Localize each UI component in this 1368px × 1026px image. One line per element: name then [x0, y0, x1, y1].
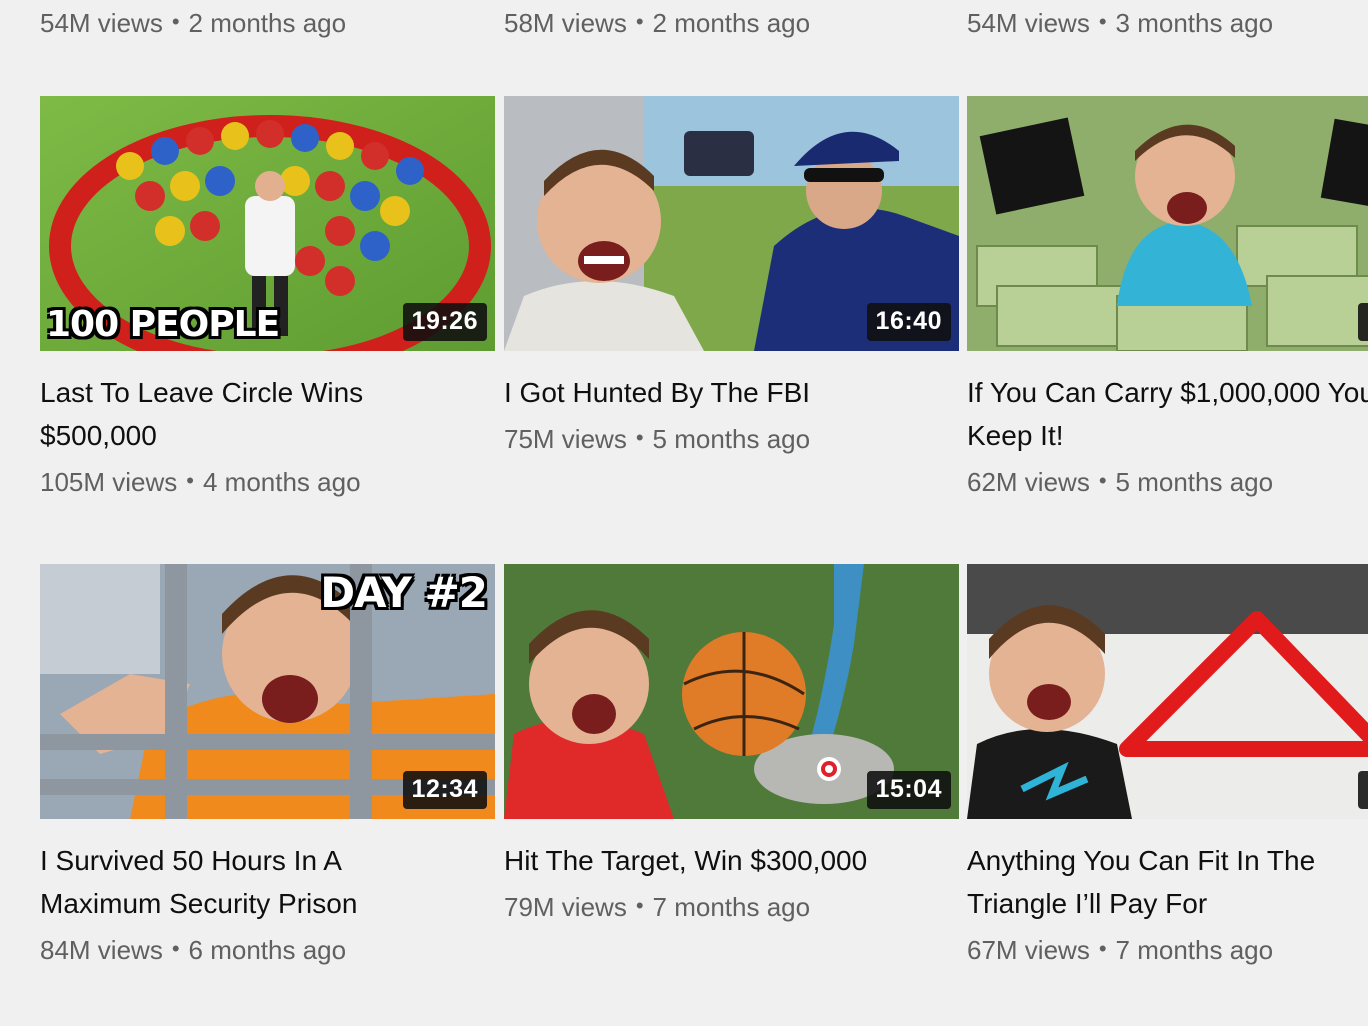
video-meta: 105M views • 4 months ago: [40, 467, 495, 498]
upload-age: 4 months ago: [202, 467, 361, 497]
thumbnail-caption: 100 PEOPLE: [46, 304, 280, 345]
view-count: 75M views: [504, 424, 627, 454]
thumbnail-image: [967, 564, 1368, 819]
view-count: 79M views: [504, 892, 627, 922]
view-count: 105M views: [40, 467, 178, 497]
video-title[interactable]: Hit The Target, Win $300,000: [504, 839, 924, 882]
separator-dot: •: [1098, 9, 1107, 34]
video-title[interactable]: I Survived 50 Hours In A Maximum Securit…: [40, 839, 460, 925]
thumbnail-caption: DAY #2: [320, 568, 488, 617]
video-thumbnail[interactable]: DAY #2 12:34: [40, 564, 495, 819]
video-meta: 79M views • 7 months ago: [504, 892, 959, 923]
video-title[interactable]: Last To Leave Circle Wins $500,000: [40, 371, 460, 457]
view-count: 67M views: [967, 935, 1090, 965]
separator-dot: •: [635, 9, 644, 34]
video-meta: 62M views • 5 months ago: [967, 467, 1368, 498]
view-count: 54M views: [40, 8, 163, 38]
upload-age: 2 months ago: [652, 8, 811, 38]
separator-dot: •: [635, 893, 644, 918]
upload-age: 5 months ago: [652, 424, 811, 454]
video-card[interactable]: 16:40 I Got Hunted By The FBI 75M views •…: [504, 96, 959, 455]
video-meta: 54M views • 3 months ago: [967, 8, 1273, 39]
view-count: 84M views: [40, 935, 163, 965]
video-card[interactable]: 10: If You Can Carry $1,000,000 You Keep…: [967, 96, 1368, 498]
duration-badge: 12:34: [402, 771, 487, 809]
upload-age: 7 months ago: [1115, 935, 1274, 965]
video-meta: 67M views • 7 months ago: [967, 935, 1368, 966]
video-thumbnail[interactable]: 15:04: [504, 564, 959, 819]
view-count: 54M views: [967, 8, 1090, 38]
separator-dot: •: [1098, 936, 1107, 961]
video-meta: 58M views • 2 months ago: [504, 8, 810, 39]
video-card[interactable]: 15:04 Hit The Target, Win $300,000 79M v…: [504, 564, 959, 923]
upload-age: 2 months ago: [188, 8, 347, 38]
video-thumbnail[interactable]: 100 PEOPLE 19:26: [40, 96, 495, 351]
separator-dot: •: [171, 936, 180, 961]
separator-dot: •: [635, 425, 644, 450]
duration-badge: 16:: [1358, 771, 1368, 809]
video-title[interactable]: Anything You Can Fit In The Triangle I’l…: [967, 839, 1368, 925]
upload-age: 6 months ago: [188, 935, 347, 965]
view-count: 62M views: [967, 467, 1090, 497]
video-card[interactable]: DAY #2 12:34 I Survived 50 Hours In A Ma…: [40, 564, 495, 966]
video-grid: 54M views • 2 months ago 58M views • 2 month…: [0, 0, 1368, 1026]
video-meta: 54M views • 2 months ago: [40, 8, 346, 39]
thumbnail-image: [967, 96, 1368, 351]
video-thumbnail[interactable]: 16:40: [504, 96, 959, 351]
duration-badge: 16:40: [866, 303, 951, 341]
separator-dot: •: [1098, 468, 1107, 493]
video-title[interactable]: If You Can Carry $1,000,000 You Keep It!: [967, 371, 1368, 457]
view-count: 58M views: [504, 8, 627, 38]
duration-badge: 19:26: [402, 303, 487, 341]
separator-dot: •: [186, 468, 194, 493]
duration-badge: 15:04: [866, 771, 951, 809]
video-meta: 84M views • 6 months ago: [40, 935, 495, 966]
video-card[interactable]: 100 PEOPLE 19:26 Last To Leave Circle Wi…: [40, 96, 495, 498]
duration-badge: 10:: [1358, 303, 1368, 341]
video-thumbnail[interactable]: 16:: [967, 564, 1368, 819]
upload-age: 3 months ago: [1115, 8, 1274, 38]
video-card[interactable]: 16: Anything You Can Fit In The Triangle…: [967, 564, 1368, 966]
upload-age: 5 months ago: [1115, 467, 1274, 497]
video-thumbnail[interactable]: 10:: [967, 96, 1368, 351]
video-title[interactable]: I Got Hunted By The FBI: [504, 371, 924, 414]
video-meta: 75M views • 5 months ago: [504, 424, 959, 455]
upload-age: 7 months ago: [652, 892, 811, 922]
separator-dot: •: [171, 9, 180, 34]
